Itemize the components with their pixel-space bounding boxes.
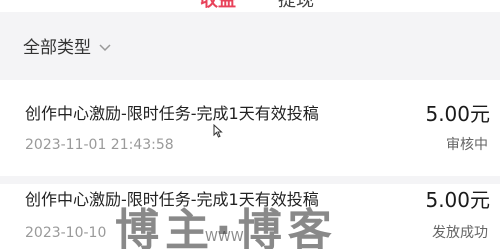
chevron-down-icon [99, 44, 111, 52]
record-time: 2023-11-01 21:43:58 [25, 137, 174, 153]
tab-earnings[interactable]: 收益 [200, 0, 236, 11]
tab-bar: 收益 提现 [0, 0, 500, 12]
section-divider [0, 176, 500, 184]
status-badge: 审核中 [446, 137, 488, 153]
record-amount: 5.00元 [425, 102, 490, 126]
type-filter-label: 全部类型 [23, 38, 91, 58]
mouse-cursor-icon [213, 124, 223, 138]
list-item[interactable]: 创作中心激励-限时任务-完成1天有效投稿 5.00元 2023-11-01 21… [0, 80, 500, 176]
record-amount: 5.00元 [425, 188, 490, 212]
filter-bar: 全部类型 [0, 12, 500, 80]
status-badge: 发放成功 [432, 225, 488, 241]
record-title: 创作中心激励-限时任务-完成1天有效投稿 [25, 104, 319, 123]
record-time: 2023-10-10 [25, 225, 107, 241]
watermark-sub: WWW [205, 230, 244, 245]
tab-withdraw[interactable]: 提现 [278, 0, 314, 11]
type-filter-dropdown[interactable]: 全部类型 [23, 38, 113, 58]
